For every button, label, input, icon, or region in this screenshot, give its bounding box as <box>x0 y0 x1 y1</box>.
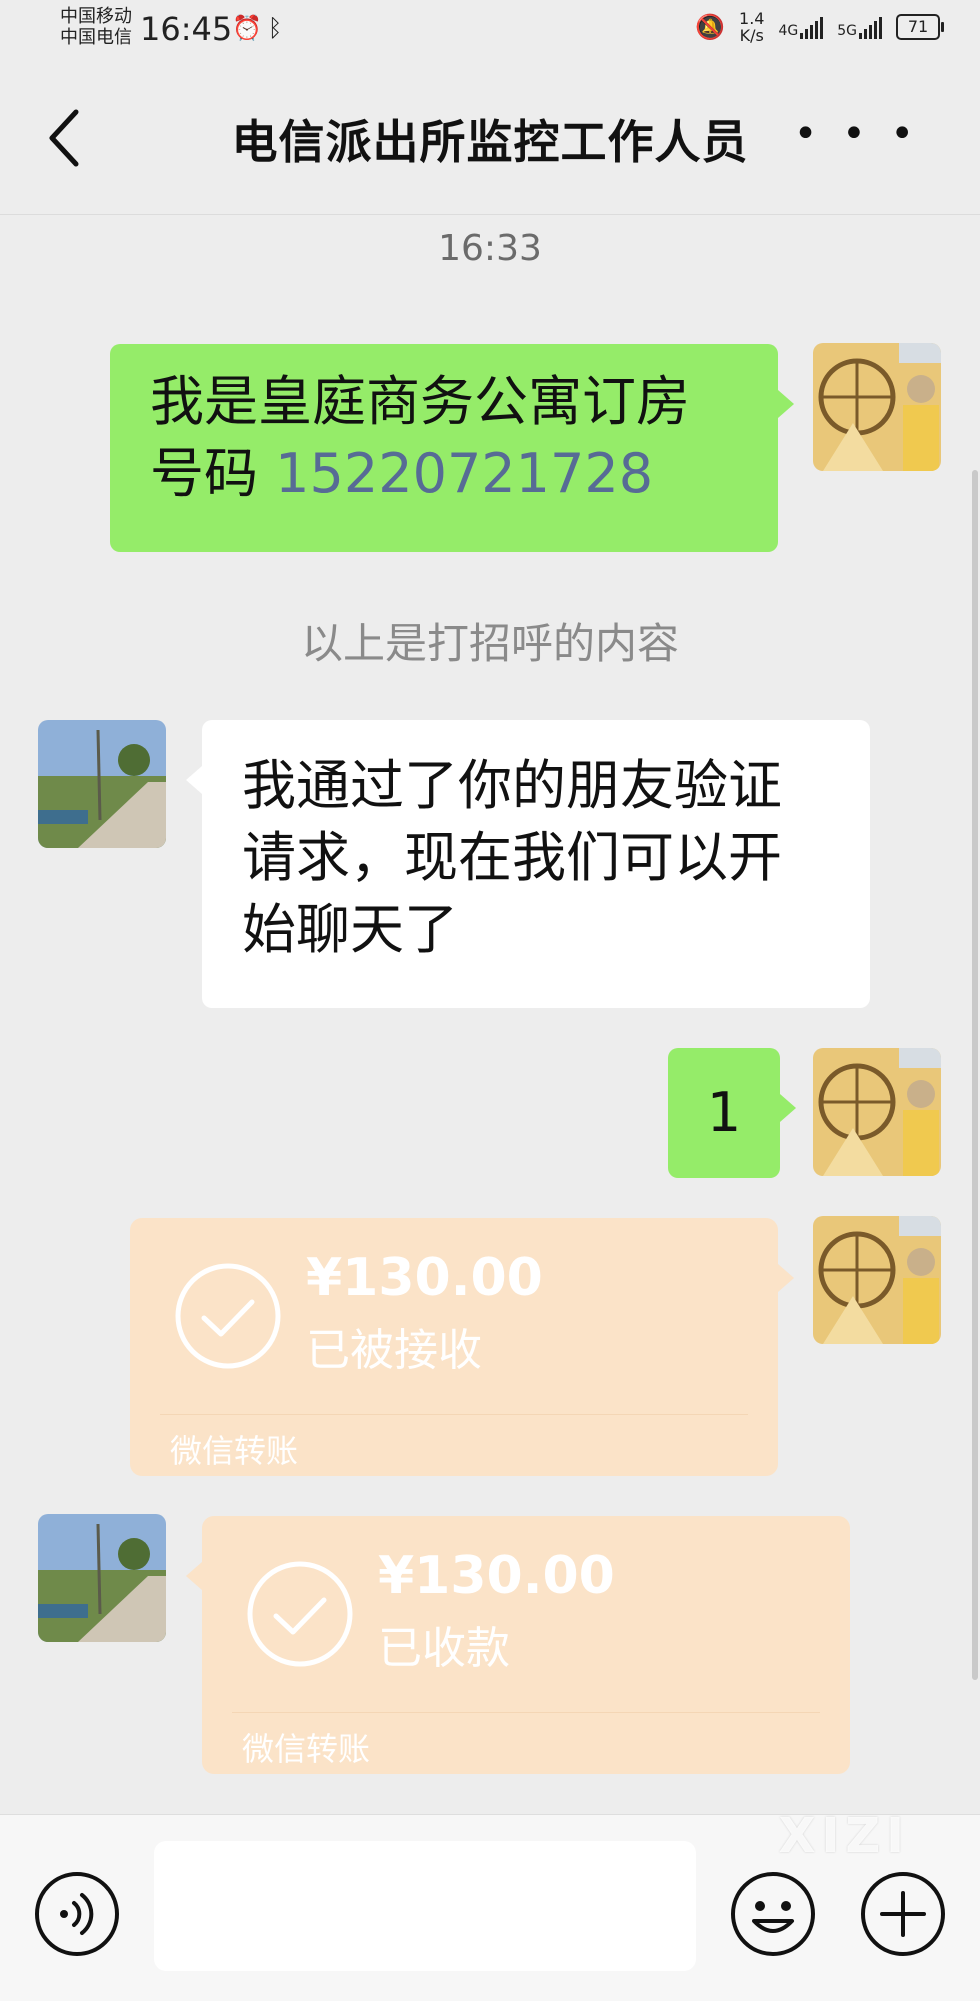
contact-avatar[interactable] <box>38 1514 166 1642</box>
message-text: 我通过了你的朋友验证请求，现在我们可以开始聊天了 <box>242 754 782 961</box>
mute-icon: 🔕 <box>695 13 726 41</box>
transfer-label: 微信转账 <box>242 1730 371 1768</box>
transfer-divider <box>160 1414 748 1415</box>
message-bubble-outgoing[interactable]: 1 <box>668 1048 796 1178</box>
transfer-card-outgoing[interactable]: ¥130.00 已被接收 微信转账 <box>130 1218 794 1476</box>
message-bubble-outgoing[interactable]: 我是皇庭商务公寓订房号码 15220721728 <box>110 344 794 552</box>
transfer-divider <box>232 1712 820 1713</box>
signal-1: 4G <box>778 15 824 39</box>
carrier-1: 中国移动 <box>60 6 132 27</box>
system-message: 以上是打招呼的内容 <box>300 619 679 668</box>
status-icons: ⏰ᛒ <box>232 14 288 42</box>
voice-icon[interactable] <box>34 1871 120 1957</box>
transfer-amount: ¥130.00 <box>306 1248 543 1308</box>
status-time: 16:45 <box>140 10 233 48</box>
carrier-info: 中国移动 中国电信 <box>60 6 132 48</box>
contact-avatar[interactable] <box>38 720 166 848</box>
signal-bars-icon <box>800 15 824 39</box>
message-input[interactable] <box>154 1841 696 1971</box>
network-type-2: 5G <box>837 23 857 39</box>
my-avatar[interactable] <box>813 343 941 471</box>
speed-value: 1.4 <box>739 9 765 28</box>
status-bar: 中国移动 中国电信 16:45 ⏰ᛒ 🔕 1.4 K/s 4G 5G 71 <box>0 0 980 58</box>
bluetooth-icon: ᛒ <box>267 14 289 42</box>
watermark: XIZI <box>778 1808 910 1864</box>
signal-bars-icon <box>859 15 882 39</box>
chat-title: 电信派出所监控工作人员 <box>231 115 749 169</box>
network-type-1: 4G <box>778 23 799 39</box>
battery-icon: 71 <box>896 14 944 40</box>
phone-number-link[interactable]: 15220721728 <box>275 442 653 505</box>
signal-2: 5G <box>837 15 882 39</box>
scrollbar[interactable] <box>972 470 978 1680</box>
transfer-status: 已被接收 <box>306 1325 482 1376</box>
message-bubble-incoming[interactable]: 我通过了你的朋友验证请求，现在我们可以开始聊天了 <box>186 720 870 1008</box>
my-avatar[interactable] <box>813 1048 941 1176</box>
check-circle-icon <box>175 1263 281 1369</box>
transfer-status: 已收款 <box>378 1623 510 1674</box>
transfer-card-incoming[interactable]: ¥130.00 已收款 微信转账 <box>186 1516 850 1774</box>
transfer-amount: ¥130.00 <box>378 1546 615 1606</box>
alarm-icon: ⏰ <box>232 14 268 42</box>
check-circle-icon <box>247 1561 353 1667</box>
chat-timestamp: 16:33 <box>438 228 542 269</box>
message-text: 1 <box>706 1081 742 1144</box>
emoji-icon[interactable] <box>730 1871 816 1957</box>
more-icon[interactable]: • • • <box>794 114 920 154</box>
my-avatar[interactable] <box>813 1216 941 1344</box>
chat-header: 电信派出所监控工作人员 • • • <box>0 58 980 215</box>
status-right: 🔕 1.4 K/s 4G 5G 71 <box>695 10 944 44</box>
speed-unit: K/s <box>739 26 764 45</box>
carrier-2: 中国电信 <box>60 27 132 48</box>
transfer-label: 微信转账 <box>170 1432 299 1470</box>
plus-icon[interactable] <box>860 1871 946 1957</box>
back-arrow-icon[interactable] <box>44 108 84 168</box>
network-speed: 1.4 K/s <box>739 10 764 44</box>
